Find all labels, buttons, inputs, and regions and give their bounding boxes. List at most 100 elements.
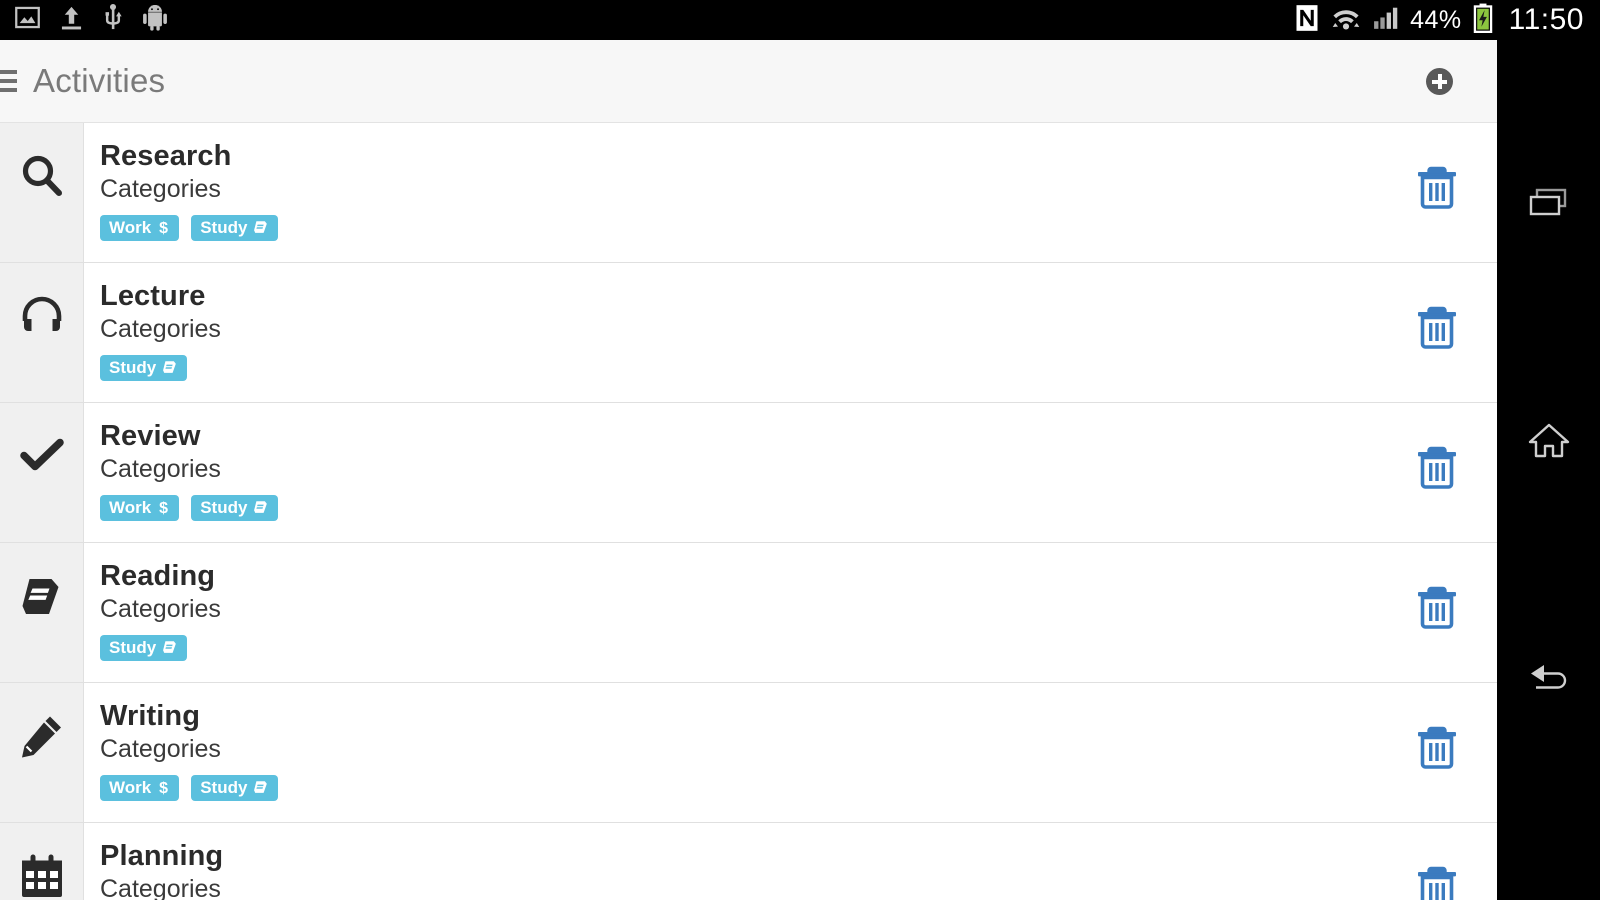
tag-chip[interactable]: Work $ [100,774,180,801]
tag-label: Study [200,497,248,517]
battery-charging-icon [1473,3,1493,38]
activity-body: Reading Categories Study [84,543,1377,682]
image-icon [14,4,41,36]
list-item[interactable]: Planning Categories [0,823,1497,900]
activity-icon-cell [0,123,84,262]
home-button[interactable] [1497,408,1600,478]
cellular-signal-icon [1373,6,1399,35]
activity-body: Lecture Categories Study [84,263,1377,402]
tag-label: Work [109,217,152,237]
upload-icon [59,4,84,36]
add-activity-button[interactable] [1426,67,1453,95]
trash-icon [1416,164,1458,215]
hamburger-menu-icon[interactable] [0,70,17,92]
activity-icon-cell [0,263,84,402]
tag-label: Study [200,777,248,797]
activity-tags: Work $ Study [100,494,1377,521]
delete-activity-button[interactable] [1377,403,1497,542]
activity-subtitle: Categories [100,455,221,484]
tag-chip[interactable]: Work $ [100,494,180,521]
calendar-icon [19,853,65,900]
activities-list: Research Categories Work $ Study Lecture… [0,123,1497,900]
list-item[interactable]: Research Categories Work $ Study [0,123,1497,263]
list-item[interactable]: Lecture Categories Study [0,263,1497,403]
tag-chip[interactable]: Study [191,494,279,521]
activity-title: Reading [100,560,216,592]
activity-tags: Work $ Study [100,774,1377,801]
recents-button[interactable] [1497,170,1600,240]
nfc-icon [1295,4,1319,37]
trash-icon [1416,864,1458,900]
tag-chip[interactable]: Study [191,774,279,801]
clock-label: 11:50 [1508,3,1584,36]
delete-activity-button[interactable] [1377,823,1497,900]
list-item[interactable]: Review Categories Work $ Study [0,403,1497,543]
activity-title: Lecture [100,280,206,312]
usb-icon [102,3,124,37]
activity-subtitle: Categories [100,595,221,624]
delete-activity-button[interactable] [1377,683,1497,822]
back-button[interactable] [1497,643,1600,713]
list-item[interactable]: Writing Categories Work $ Study [0,683,1497,823]
activity-subtitle: Categories [100,315,221,344]
dollar-icon: $ [157,219,170,236]
book-icon [253,499,269,515]
headphones-icon [19,293,65,344]
list-item[interactable]: Reading Categories Study [0,543,1497,683]
activity-icon-cell [0,683,84,822]
page-title: Activities [33,62,166,99]
book-icon [253,779,269,795]
magnifier-icon [19,153,65,204]
trash-icon [1416,584,1458,635]
tag-label: Work [109,497,152,517]
wifi-icon [1330,5,1362,36]
trash-icon [1416,304,1458,355]
delete-activity-button[interactable] [1377,543,1497,682]
android-icon [142,4,168,36]
tag-chip[interactable]: Study [100,354,188,381]
activity-tags: Study [100,354,1377,381]
tag-chip[interactable]: Work $ [100,214,180,241]
activity-title: Planning [100,840,224,872]
delete-activity-button[interactable] [1377,263,1497,402]
svg-text:$: $ [159,500,168,516]
activity-tags: Study [100,634,1377,661]
app-window: Activities Research Categories Work $ St… [0,40,1497,900]
activity-title: Writing [100,700,201,732]
activity-icon-cell [0,823,84,900]
recents-icon [1526,186,1572,225]
tag-label: Study [109,357,157,377]
activity-body: Research Categories Work $ Study [84,123,1377,262]
status-bar-right-icons: 44% 11:50 [1295,3,1600,38]
delete-activity-button[interactable] [1377,123,1497,262]
back-icon [1526,659,1572,698]
book-icon [253,219,269,235]
trash-icon [1416,724,1458,775]
device-screen: 44% 11:50 Activities Research Categories… [0,0,1600,900]
activity-title: Review [100,420,201,452]
activity-body: Writing Categories Work $ Study [84,683,1377,822]
tag-label: Study [200,217,248,237]
status-bar: 44% 11:50 [0,0,1600,40]
svg-text:$: $ [159,780,168,796]
trash-icon [1416,444,1458,495]
activity-icon-cell [0,403,84,542]
tag-chip[interactable]: Study [100,634,188,661]
tag-label: Study [109,637,157,657]
checkmark-icon [19,433,65,484]
activity-subtitle: Categories [100,175,221,204]
dollar-icon: $ [157,779,170,796]
dollar-icon: $ [157,499,170,516]
book-icon [162,359,178,375]
activity-title: Research [100,140,232,172]
activity-icon-cell [0,543,84,682]
tag-chip[interactable]: Study [191,214,279,241]
activity-subtitle: Categories [100,875,221,900]
svg-text:$: $ [159,220,168,236]
activity-tags: Work $ Study [100,214,1377,241]
activity-subtitle: Categories [100,735,221,764]
activity-body: Planning Categories [84,823,1377,900]
status-bar-left-icons [0,3,168,37]
system-navigation-bar [1497,40,1600,900]
activity-body: Review Categories Work $ Study [84,403,1377,542]
